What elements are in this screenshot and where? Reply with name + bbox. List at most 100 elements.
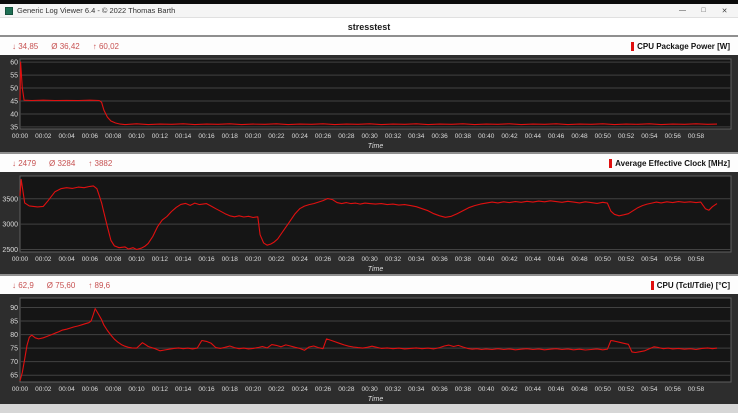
x-tick-label: 00:10 bbox=[128, 386, 145, 393]
y-tick-label: 90 bbox=[10, 305, 18, 312]
x-tick-label: 00:24 bbox=[292, 133, 309, 140]
time-axis-label: Time bbox=[368, 266, 384, 273]
x-tick-label: 00:18 bbox=[222, 256, 239, 263]
x-tick-label: 00:26 bbox=[315, 386, 332, 393]
x-tick-label: 00:34 bbox=[408, 386, 425, 393]
log-file-title: stresstest bbox=[0, 18, 738, 35]
chart-box-cpu-package-power: 60 55 50 45 40 35 00:00 00:02 00:04 00:06 00:08 00:… bbox=[0, 55, 738, 152]
x-tick-label: 00:42 bbox=[501, 133, 518, 140]
y-tick-label: 70 bbox=[10, 359, 18, 366]
y-tick-label: 3500 bbox=[2, 196, 18, 203]
time-axis-label: Time bbox=[368, 143, 384, 150]
stat-min: ↓ 2479 bbox=[12, 158, 37, 168]
x-tick-label: 00:58 bbox=[688, 256, 705, 263]
x-tick-label: 00:28 bbox=[338, 256, 355, 263]
y-tick-label: 55 bbox=[10, 73, 18, 80]
y-tick-label: 2500 bbox=[2, 247, 18, 254]
chart-section-average-effective-clock: ↓ 2479 Ø 3284 ↑ 3882 Average Effective C… bbox=[0, 154, 738, 274]
x-tick-label: 00:50 bbox=[595, 133, 612, 140]
chart-section-cpu-package-power: ↓ 34,85 Ø 36,42 ↑ 60,02 CPU Package Powe… bbox=[0, 37, 738, 152]
legend-label: CPU Package Power [W] bbox=[637, 41, 730, 51]
x-tick-label: 00:24 bbox=[292, 386, 309, 393]
y-tick-label: 35 bbox=[10, 124, 18, 131]
x-tick-label: 00:56 bbox=[665, 256, 682, 263]
x-tick-label: 00:00 bbox=[12, 256, 29, 263]
log-file-title-text: stresstest bbox=[347, 21, 391, 32]
x-tick-label: 00:16 bbox=[198, 256, 215, 263]
stat-min: ↓ 34,85 bbox=[12, 41, 39, 51]
x-tick-label: 00:44 bbox=[525, 386, 542, 393]
stat-min: ↓ 62,9 bbox=[12, 280, 34, 290]
x-tick-label: 00:06 bbox=[82, 133, 99, 140]
x-tick-label: 00:58 bbox=[688, 133, 705, 140]
close-button[interactable]: ✕ bbox=[716, 7, 733, 15]
stat-avg: Ø 3284 bbox=[49, 158, 76, 168]
stat-avg: Ø 36,42 bbox=[51, 41, 80, 51]
legend-label: CPU (Tctl/Tdie) [°C] bbox=[656, 280, 730, 290]
x-tick-label: 00:54 bbox=[641, 256, 658, 263]
x-tick-label: 00:04 bbox=[58, 256, 75, 263]
maximize-button[interactable]: □ bbox=[695, 7, 712, 14]
x-tick-label: 00:10 bbox=[128, 256, 145, 263]
stat-max: ↑ 89,6 bbox=[88, 280, 111, 290]
x-tick-label: 00:22 bbox=[268, 256, 285, 263]
stats-row: ↓ 34,85 Ø 36,42 ↑ 60,02 CPU Package Powe… bbox=[0, 37, 738, 55]
window-bottom-strip bbox=[0, 404, 738, 413]
x-tick-label: 00:36 bbox=[431, 256, 448, 263]
stat-avg: Ø 75,60 bbox=[46, 280, 76, 290]
x-tick-label: 00:30 bbox=[362, 133, 379, 140]
x-tick-label: 00:20 bbox=[245, 256, 262, 263]
x-tick-label: 00:48 bbox=[571, 133, 588, 140]
stat-max: ↑ 3882 bbox=[88, 158, 113, 168]
app-icon bbox=[5, 6, 13, 15]
x-tick-label: 00:22 bbox=[268, 133, 285, 140]
x-tick-label: 00:02 bbox=[35, 256, 52, 263]
x-tick-label: 00:40 bbox=[478, 256, 495, 263]
x-tick-label: 00:46 bbox=[548, 133, 565, 140]
stats-row: ↓ 2479 Ø 3284 ↑ 3882 Average Effective C… bbox=[0, 154, 738, 172]
x-tick-label: 00:12 bbox=[152, 256, 169, 263]
x-tick-label: 00:22 bbox=[268, 386, 285, 393]
x-tick-label: 00:50 bbox=[595, 386, 612, 393]
x-tick-label: 00:38 bbox=[455, 386, 472, 393]
chart-plot-cpu-tctl-tdie: 90 85 80 75 70 65 00:00 00:02 00:04 00:06 00:08 00:… bbox=[10, 297, 732, 403]
stat-max: ↑ 60,02 bbox=[92, 41, 119, 51]
x-tick-label: 00:04 bbox=[58, 133, 75, 140]
x-tick-label: 00:48 bbox=[571, 256, 588, 263]
x-tick-label: 00:08 bbox=[105, 386, 122, 393]
x-tick-label: 00:14 bbox=[175, 256, 192, 263]
x-tick-label: 00:20 bbox=[245, 133, 262, 140]
x-tick-label: 00:26 bbox=[315, 133, 332, 140]
x-tick-label: 00:16 bbox=[198, 133, 215, 140]
x-tick-label: 00:16 bbox=[198, 386, 215, 393]
x-tick-label: 00:42 bbox=[501, 386, 518, 393]
x-tick-label: 00:02 bbox=[35, 386, 52, 393]
minimize-button[interactable]: — bbox=[674, 7, 691, 14]
legend-color-swatch bbox=[609, 158, 613, 168]
y-tick-label: 80 bbox=[10, 332, 18, 339]
x-tick-label: 00:28 bbox=[338, 386, 355, 393]
x-tick-label: 00:06 bbox=[82, 386, 99, 393]
x-tick-label: 00:20 bbox=[245, 386, 262, 393]
x-tick-label: 00:44 bbox=[525, 133, 542, 140]
x-tick-label: 00:12 bbox=[152, 386, 169, 393]
plot-area bbox=[19, 175, 732, 253]
x-tick-label: 00:42 bbox=[501, 256, 518, 263]
chart-plot-average-effective-clock: 3500 3000 2500 00:00 00:02 00:04 00:06 00:08 00:… bbox=[2, 175, 732, 273]
plot-area bbox=[19, 58, 732, 130]
x-tick-label: 00:56 bbox=[665, 386, 682, 393]
x-tick-label: 00:18 bbox=[222, 386, 239, 393]
x-tick-label: 00:38 bbox=[455, 256, 472, 263]
window-titlebar[interactable]: Generic Log Viewer 6.4 - © 2022 Thomas B… bbox=[0, 4, 738, 18]
legend: CPU Package Power [W] bbox=[631, 41, 730, 51]
x-tick-label: 00:28 bbox=[338, 133, 355, 140]
x-tick-label: 00:46 bbox=[548, 386, 565, 393]
x-tick-label: 00:14 bbox=[175, 133, 192, 140]
x-tick-label: 00:04 bbox=[58, 386, 75, 393]
y-tick-label: 75 bbox=[10, 346, 18, 353]
x-tick-label: 00:32 bbox=[385, 133, 402, 140]
x-tick-label: 00:52 bbox=[618, 133, 635, 140]
x-tick-label: 00:40 bbox=[478, 133, 495, 140]
legend-label: Average Effective Clock [MHz] bbox=[615, 158, 730, 168]
legend-color-swatch bbox=[650, 280, 654, 290]
